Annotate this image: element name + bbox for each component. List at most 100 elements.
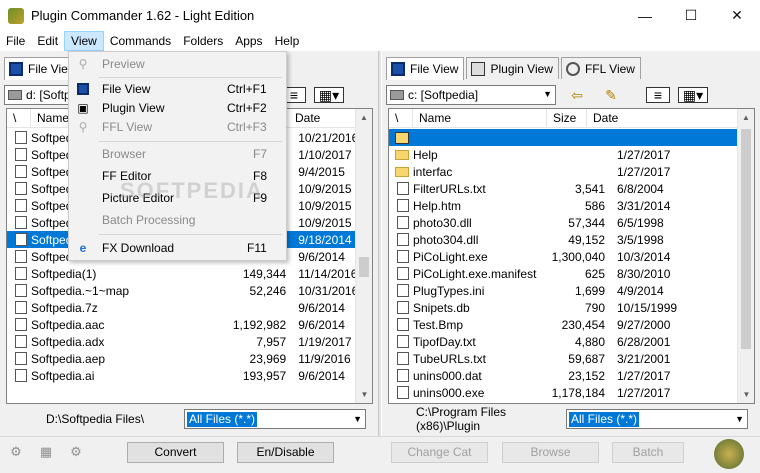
menu-separator bbox=[99, 77, 282, 78]
details-view-icon[interactable]: ≡ bbox=[646, 87, 670, 103]
file-date: 9/27/2000 bbox=[617, 317, 671, 332]
menu-apps[interactable]: Apps bbox=[229, 31, 268, 51]
menu-help[interactable]: Help bbox=[269, 31, 306, 51]
edit-icon[interactable]: ✎ bbox=[598, 85, 624, 105]
menu-item-plugin-view[interactable]: ▣ Plugin View Ctrl+F2 bbox=[69, 98, 286, 118]
tab-label: File View bbox=[410, 62, 459, 76]
date-column[interactable]: Date bbox=[289, 109, 357, 128]
file-icon bbox=[397, 250, 409, 263]
menu-edit[interactable]: Edit bbox=[31, 31, 64, 51]
menu-item-browser[interactable]: Browser F7 bbox=[69, 144, 286, 164]
right-drive-select[interactable]: c: [Softpedia] ▼ bbox=[386, 85, 556, 105]
table-row[interactable]: Softpedia.aac 1,192,982 9/6/2014 bbox=[7, 316, 372, 333]
table-row[interactable]: TubeURLs.txt 59,687 3/21/2001 bbox=[389, 350, 754, 367]
menu-item-preview[interactable]: ⚲ Preview bbox=[69, 54, 286, 74]
table-row[interactable]: unins000.dat 23,152 1/27/2017 bbox=[389, 367, 754, 384]
date-column[interactable]: Date bbox=[587, 109, 747, 128]
right-scrollbar[interactable]: ▲ ▼ bbox=[737, 109, 754, 403]
table-row[interactable]: photo304.dll 49,152 3/5/1998 bbox=[389, 231, 754, 248]
drive-icon bbox=[8, 90, 22, 100]
change-cat-button[interactable]: Change Cat bbox=[391, 442, 488, 463]
filter-value: All Files (*.*) bbox=[187, 411, 258, 427]
menu-folders[interactable]: Folders bbox=[177, 31, 229, 51]
chevron-down-icon: ▼ bbox=[353, 414, 362, 424]
file-view-icon bbox=[75, 81, 91, 97]
browse-button[interactable]: Browse bbox=[502, 442, 599, 463]
menu-item-file-view[interactable]: File View Ctrl+F1 bbox=[69, 79, 286, 99]
scroll-down-icon[interactable]: ▼ bbox=[356, 386, 372, 403]
view-options-icon[interactable]: ▦▾ bbox=[678, 87, 708, 103]
enable-disable-button[interactable]: En/Disable bbox=[237, 442, 334, 463]
left-scrollbar[interactable]: ▲ ▼ bbox=[355, 109, 372, 403]
file-name: unins000.dat bbox=[413, 368, 482, 383]
convert-button[interactable]: Convert bbox=[127, 442, 224, 463]
name-column[interactable]: Name bbox=[413, 109, 547, 128]
settings-icon[interactable]: ⚙ bbox=[68, 444, 84, 460]
table-row[interactable]: Help.htm 586 3/31/2014 bbox=[389, 197, 754, 214]
table-row[interactable]: photo30.dll 57,344 6/5/1998 bbox=[389, 214, 754, 231]
menu-file[interactable]: File bbox=[0, 31, 31, 51]
table-row[interactable]: PlugTypes.ini 1,699 4/9/2014 bbox=[389, 282, 754, 299]
table-row[interactable]: Snipets.db 790 10/15/1999 bbox=[389, 299, 754, 316]
table-row[interactable]: PiCoLight.exe.manifest 625 8/30/2010 bbox=[389, 265, 754, 282]
minimize-button[interactable]: — bbox=[622, 0, 668, 31]
maximize-button[interactable]: ☐ bbox=[668, 0, 714, 31]
file-date: 1/27/2017 bbox=[617, 164, 671, 179]
right-filter-select[interactable]: All Files (*.*) ▼ bbox=[566, 409, 748, 429]
view-options-icon[interactable]: ▦▾ bbox=[314, 87, 344, 103]
sort-column[interactable]: \ bbox=[7, 109, 31, 128]
scroll-up-icon[interactable]: ▲ bbox=[356, 109, 372, 126]
file-icon bbox=[15, 352, 27, 365]
scroll-thumb[interactable] bbox=[741, 129, 751, 349]
chevron-down-icon: ▼ bbox=[735, 414, 744, 424]
file-icon bbox=[397, 216, 409, 229]
right-file-list[interactable]: \ Name Size Date Help 1/27/2017 interfac 1/… bbox=[388, 108, 755, 404]
file-size: 1,192,982 bbox=[232, 317, 287, 332]
menu-item-fx-download[interactable]: e FX Download F11 bbox=[69, 238, 286, 258]
table-row[interactable]: unins000.exe 1,178,184 1/27/2017 bbox=[389, 384, 754, 401]
right-tab-ffl-view[interactable]: FFL View bbox=[560, 57, 641, 79]
table-row[interactable]: Help 1/27/2017 bbox=[389, 146, 754, 163]
table-row[interactable]: Softpedia.ai 193,957 9/6/2014 bbox=[7, 367, 372, 384]
plugin-icon[interactable]: ⚙ bbox=[8, 444, 24, 460]
grid-icon[interactable]: ▦ bbox=[38, 444, 54, 460]
batch-button[interactable]: Batch bbox=[612, 442, 684, 463]
sort-column[interactable]: \ bbox=[389, 109, 413, 128]
file-name: Softpedia(1) bbox=[31, 266, 97, 281]
file-icon bbox=[15, 250, 27, 263]
scroll-down-icon[interactable]: ▼ bbox=[738, 386, 754, 403]
table-row[interactable]: Softpedia.~1~map 52,246 10/31/2016 bbox=[7, 282, 372, 299]
table-row[interactable]: Softpedia.7z 9/6/2014 bbox=[7, 299, 372, 316]
table-row[interactable]: FilterURLs.txt 3,541 6/8/2004 bbox=[389, 180, 754, 197]
menu-item-batch-processing[interactable]: Batch Processing bbox=[69, 210, 286, 230]
file-date: 10/15/1999 bbox=[617, 300, 678, 315]
size-column[interactable]: Size bbox=[547, 109, 587, 128]
close-button[interactable]: ✕ bbox=[714, 0, 760, 31]
table-row[interactable]: Softpedia(1) 149,344 11/14/2016 bbox=[7, 265, 372, 282]
table-row[interactable] bbox=[389, 129, 754, 146]
view-menu-dropdown: ⚲ Preview File View Ctrl+F1 ▣ Plugin Vie… bbox=[68, 51, 287, 261]
menu-view[interactable]: View bbox=[64, 31, 104, 51]
table-row[interactable]: Softpedia.aep 23,969 11/9/2016 bbox=[7, 350, 372, 367]
folder-up-icon[interactable]: ⇦ bbox=[564, 85, 590, 105]
file-name: Help.htm bbox=[413, 198, 462, 213]
table-row[interactable]: interfac 1/27/2017 bbox=[389, 163, 754, 180]
table-row[interactable]: Test.Bmp 230,454 9/27/2000 bbox=[389, 316, 754, 333]
left-filter-select[interactable]: All Files (*.*) ▼ bbox=[184, 409, 366, 429]
ie-icon: e bbox=[79, 241, 87, 255]
file-date: 6/5/1998 bbox=[617, 215, 664, 230]
parent-folder-icon bbox=[395, 131, 409, 144]
file-size: 1,300,040 bbox=[551, 249, 605, 264]
menu-item-ffl-view[interactable]: ⚲ FFL View Ctrl+F3 bbox=[69, 117, 286, 137]
file-name: Test.Bmp bbox=[413, 317, 464, 332]
scroll-up-icon[interactable]: ▲ bbox=[738, 109, 754, 126]
scroll-thumb[interactable] bbox=[359, 257, 369, 277]
table-row[interactable]: Softpedia.adx 7,957 1/19/2017 bbox=[7, 333, 372, 350]
right-tab-file-view[interactable]: File View bbox=[386, 57, 465, 80]
right-tab-plugin-view[interactable]: Plugin View bbox=[466, 57, 559, 79]
menu-commands[interactable]: Commands bbox=[104, 31, 177, 51]
table-row[interactable]: TipofDay.txt 4,880 6/28/2001 bbox=[389, 333, 754, 350]
right-list-header: \ Name Size Date bbox=[389, 109, 754, 128]
table-row[interactable]: PiCoLight.exe 1,300,040 10/3/2014 bbox=[389, 248, 754, 265]
file-size: 57,344 bbox=[568, 215, 605, 230]
